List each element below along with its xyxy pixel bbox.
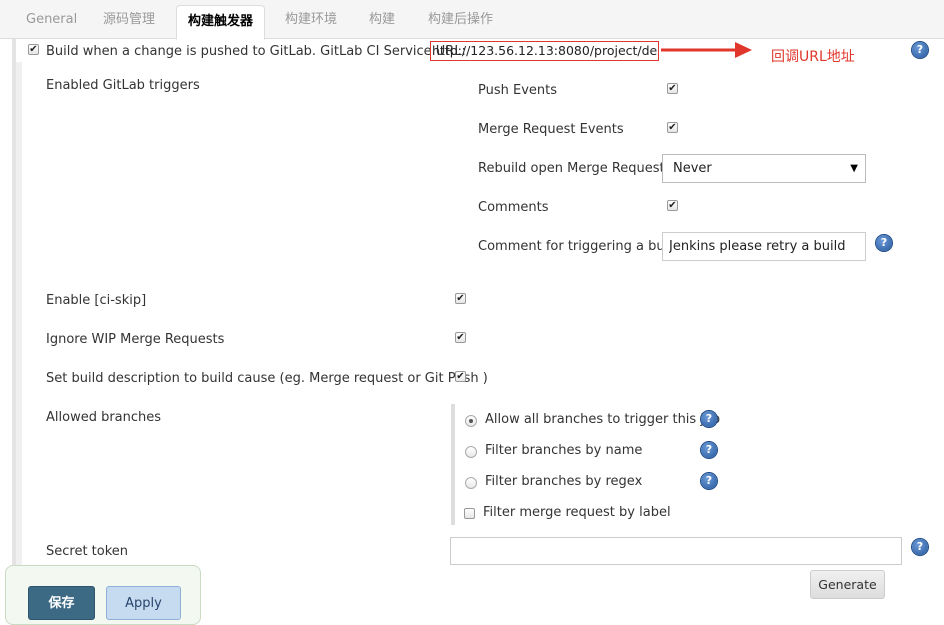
gitlab-trigger-label: Build when a change is pushed to GitLab.… bbox=[46, 44, 466, 59]
help-icon[interactable]: ? bbox=[701, 473, 717, 489]
help-icon[interactable]: ? bbox=[912, 539, 928, 555]
secret-token-input[interactable] bbox=[450, 537, 902, 565]
filter-by-label-checkbox[interactable] bbox=[464, 508, 475, 519]
tab-post-build-actions[interactable]: 构建后操作 bbox=[428, 0, 493, 39]
help-icon[interactable]: ? bbox=[701, 411, 717, 427]
apply-button[interactable]: Apply bbox=[106, 586, 181, 620]
comments-label: Comments bbox=[478, 200, 549, 215]
tab-general[interactable]: General bbox=[26, 0, 77, 39]
rebuild-open-mr-select[interactable]: Never ▼ bbox=[662, 154, 866, 183]
callback-url-annotation: 回调URL地址 bbox=[771, 49, 855, 65]
ignore-wip-checkbox[interactable]: ✔ bbox=[455, 332, 466, 343]
enabled-triggers-label: Enabled GitLab triggers bbox=[46, 78, 200, 93]
push-events-label: Push Events bbox=[478, 83, 558, 98]
save-button[interactable]: 保存 bbox=[28, 586, 95, 620]
allow-all-branches-radio[interactable] bbox=[465, 415, 477, 427]
comment-trigger-label: Comment for triggering a build bbox=[478, 239, 681, 254]
merge-request-events-label: Merge Request Events bbox=[478, 122, 624, 137]
ignore-wip-label: Ignore WIP Merge Requests bbox=[46, 332, 225, 347]
allowed-branches-label: Allowed branches bbox=[46, 410, 162, 425]
tab-build[interactable]: 构建 bbox=[369, 0, 395, 39]
filter-by-regex-radio[interactable] bbox=[465, 477, 477, 489]
rebuild-open-mr-label: Rebuild open Merge Requests bbox=[478, 161, 672, 176]
set-description-checkbox[interactable]: ✔ bbox=[455, 371, 466, 382]
push-events-checkbox[interactable]: ✔ bbox=[667, 83, 678, 94]
filter-by-name-radio[interactable] bbox=[465, 446, 477, 458]
rebuild-open-mr-value: Never bbox=[673, 161, 712, 176]
tab-build-triggers[interactable]: 构建触发器 bbox=[176, 5, 266, 40]
arrow-right-icon bbox=[661, 42, 752, 58]
tab-source-management[interactable]: 源码管理 bbox=[103, 0, 155, 39]
chevron-down-icon: ▼ bbox=[850, 163, 858, 174]
comment-trigger-input[interactable] bbox=[662, 232, 866, 261]
ci-skip-label: Enable [ci-skip] bbox=[46, 293, 147, 308]
branches-group-bar bbox=[451, 404, 455, 525]
gitlab-trigger-checkbox[interactable]: ✔ bbox=[28, 44, 39, 55]
filter-by-label-label: Filter merge request by label bbox=[483, 505, 671, 520]
ci-skip-checkbox[interactable]: ✔ bbox=[455, 293, 466, 304]
generate-button[interactable]: Generate bbox=[810, 570, 885, 599]
help-icon[interactable]: ? bbox=[876, 235, 892, 251]
secret-token-label: Secret token bbox=[46, 544, 129, 559]
merge-request-events-checkbox[interactable]: ✔ bbox=[667, 122, 678, 133]
gitlab-service-url: http://123.56.12.13:8080/project/demo bbox=[430, 41, 659, 61]
allow-all-branches-label: Allow all branches to trigger this job bbox=[485, 412, 721, 427]
set-description-label: Set build description to build cause (eg… bbox=[46, 371, 488, 386]
tab-build-environment[interactable]: 构建环境 bbox=[285, 0, 337, 39]
filter-by-regex-label: Filter branches by regex bbox=[485, 474, 643, 489]
filter-by-name-label: Filter branches by name bbox=[485, 443, 643, 458]
comments-checkbox[interactable]: ✔ bbox=[667, 200, 678, 211]
help-icon[interactable]: ? bbox=[912, 42, 928, 58]
subsection-gutter bbox=[16, 62, 22, 609]
help-icon[interactable]: ? bbox=[701, 442, 717, 458]
